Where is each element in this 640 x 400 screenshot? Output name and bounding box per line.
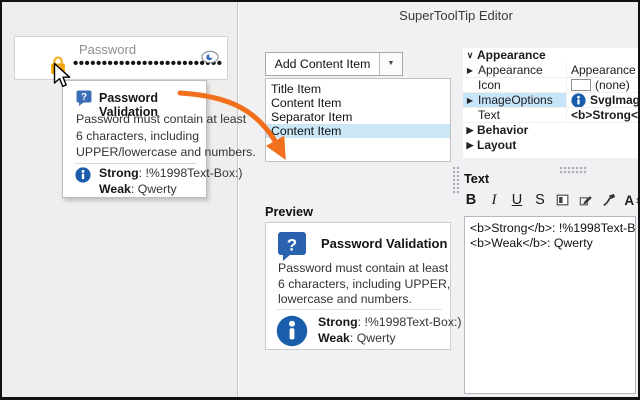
- lock-icon: [49, 54, 67, 76]
- content-items-list[interactable]: Title Item Content Item Separator Item C…: [265, 78, 451, 162]
- splitter-grip-vertical[interactable]: [452, 166, 461, 194]
- pen-swoosh-icon: [602, 192, 616, 208]
- preview-tooltip-title: Password Validation: [321, 236, 447, 251]
- text-editor-line: <b>Strong</b>: !%1998Text-Box:): [470, 221, 630, 236]
- category-layout[interactable]: ▶ Layout: [463, 138, 640, 153]
- list-item-selected[interactable]: Content Item: [266, 124, 450, 138]
- question-bubble-icon: ?: [277, 231, 307, 261]
- list-item[interactable]: Separator Item: [266, 110, 450, 124]
- property-grid: ∨ Appearance ▶ Appearance Appearance Ico…: [463, 48, 640, 158]
- add-content-item-button[interactable]: Add Content Item ▼: [265, 52, 403, 76]
- password-field[interactable]: Password ••••••••••••••••••••••••••: [14, 36, 228, 80]
- preview-weak-line: Weak: Qwerty: [318, 331, 396, 345]
- preview-label: Preview: [265, 205, 313, 219]
- font-size-button[interactable]: A↕: [625, 190, 639, 210]
- property-row-appearance[interactable]: ▶ Appearance Appearance: [463, 63, 640, 78]
- property-row-icon[interactable]: Icon (none): [463, 78, 640, 93]
- info-circle-icon: [571, 93, 586, 107]
- eye-icon[interactable]: [201, 50, 219, 64]
- tooltip-separator: [75, 163, 196, 164]
- expand-icon[interactable]: ▶: [463, 63, 477, 77]
- text-editor-line: <b>Weak</b>: Qwerty: [470, 236, 630, 251]
- list-item[interactable]: Content Item: [266, 96, 450, 110]
- svg-text:?: ?: [81, 92, 87, 103]
- italic-button[interactable]: I: [487, 190, 501, 210]
- property-row-imageoptions[interactable]: ▶ ImageOptions SvgImage: [463, 93, 640, 108]
- tooltip-strong-line: Strong: !%1998Text-Box:): [99, 166, 243, 180]
- image-frame-button[interactable]: [556, 190, 570, 210]
- format-painter-button[interactable]: [602, 190, 616, 210]
- dialog-title: SuperToolTip Editor: [238, 8, 640, 23]
- strikethrough-button[interactable]: S: [533, 190, 547, 210]
- screenshot-root: Password •••••••••••••••••••••••••• ? Pa…: [0, 0, 640, 400]
- icon-preview-box: [571, 79, 591, 91]
- demo-panel: Password •••••••••••••••••••••••••• ? Pa…: [0, 0, 237, 400]
- splitter-grip-horizontal[interactable]: [559, 166, 587, 175]
- preview-separator: [276, 309, 442, 310]
- info-circle-icon: [75, 167, 91, 183]
- chevron-expanded-icon[interactable]: ∨: [463, 48, 477, 63]
- info-circle-icon: [276, 315, 308, 347]
- text-section-label: Text: [464, 172, 489, 186]
- category-behavior[interactable]: ▶ Behavior: [463, 123, 640, 138]
- list-item[interactable]: Title Item: [266, 82, 450, 96]
- chevron-down-icon: ▼: [388, 60, 395, 67]
- preview-tooltip: ? Password Validation Password must cont…: [265, 222, 451, 350]
- preview-strong-line: Strong: !%1998Text-Box:): [318, 315, 462, 329]
- underline-button[interactable]: U: [510, 190, 524, 210]
- preview-tooltip-body: Password must contain at least 6 charact…: [278, 261, 450, 308]
- bold-button[interactable]: B: [464, 190, 478, 210]
- chevron-collapsed-icon[interactable]: ▶: [463, 123, 477, 138]
- updown-arrow-icon: ↕: [635, 195, 640, 205]
- question-bubble-icon: ?: [76, 90, 92, 106]
- add-content-item-label: Add Content Item: [266, 53, 379, 75]
- chevron-collapsed-icon[interactable]: ▶: [463, 138, 477, 153]
- category-appearance[interactable]: ∨ Appearance: [463, 48, 640, 63]
- tooltip-weak-line: Weak: Qwerty: [99, 182, 177, 196]
- edit-text-button[interactable]: [579, 190, 593, 210]
- svg-text:?: ?: [287, 236, 297, 255]
- property-row-text[interactable]: Text <b>Strong</b>: !%1998Text-Box:): [463, 108, 640, 123]
- format-toolbar: B I U S: [464, 188, 640, 212]
- text-editor[interactable]: <b>Strong</b>: !%1998Text-Box:) <b>Weak<…: [464, 216, 636, 394]
- expand-icon[interactable]: ▶: [463, 93, 477, 107]
- password-tooltip: ? Password Validation Password must cont…: [62, 80, 207, 198]
- add-item-dropdown-button[interactable]: ▼: [379, 53, 402, 75]
- tooltip-body: Password must contain at least 6 charact…: [76, 111, 256, 161]
- frame-icon: [556, 192, 570, 208]
- supertooltip-editor-dialog: SuperToolTip Editor Add Content Item ▼ T…: [237, 0, 640, 400]
- pencil-icon: [579, 192, 593, 208]
